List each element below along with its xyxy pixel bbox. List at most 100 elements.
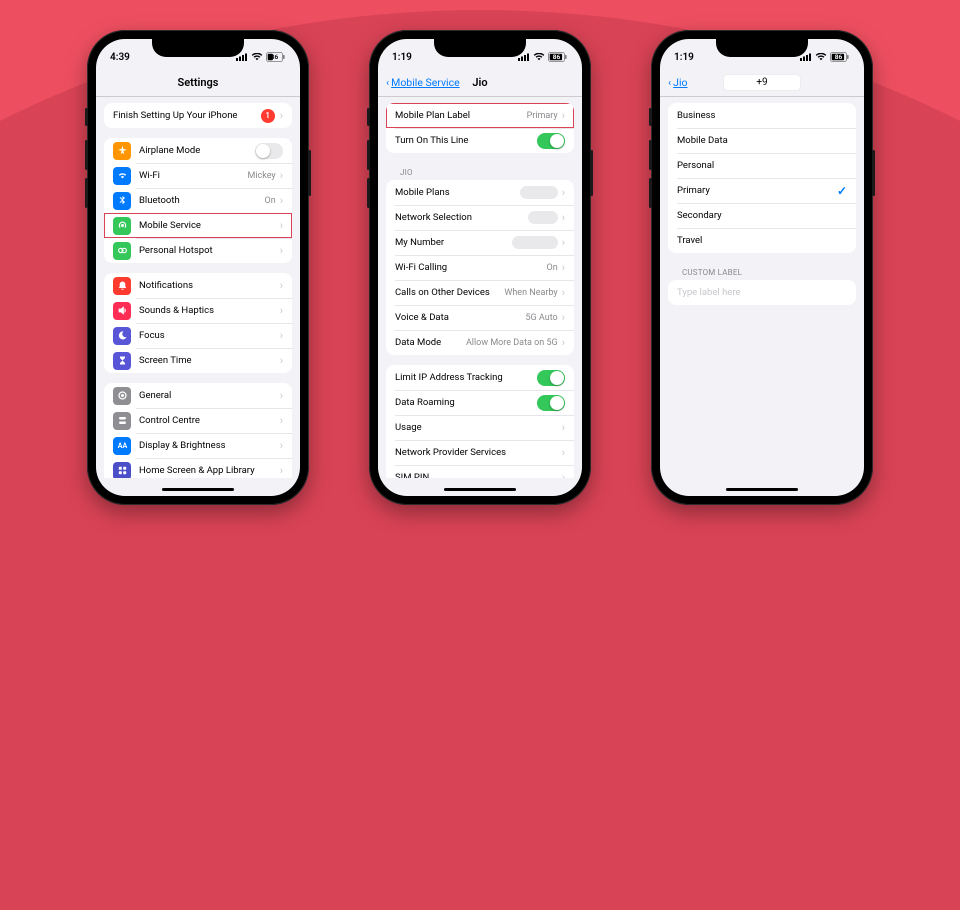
nav-bar: ‹ Mobile Service Jio — [378, 69, 582, 97]
label-text-input[interactable]: +9 — [723, 74, 801, 91]
row-calls-other-devices[interactable]: Calls on Other Devices When Nearby › — [386, 280, 574, 305]
row-finish-setup[interactable]: Finish Setting Up Your iPhone 1 › — [104, 103, 292, 128]
antenna-icon — [113, 217, 131, 235]
chevron-right-icon: › — [562, 237, 565, 248]
chevron-right-icon: › — [280, 280, 283, 291]
row-label-mobile-data[interactable]: Mobile Data — [668, 128, 856, 153]
row-general[interactable]: General › — [104, 383, 292, 408]
row-usage[interactable]: Usage › — [386, 415, 574, 440]
nav-back-label: Mobile Service — [391, 76, 460, 89]
phone-mobile-service-detail: 1:19 86 ‹ Mobile Service Jio Mobile Plan… — [369, 30, 591, 505]
moon-icon — [113, 327, 131, 345]
row-notifications[interactable]: Notifications › — [104, 273, 292, 298]
voice-data-value: 5G Auto — [525, 313, 557, 323]
status-time: 4:39 — [110, 52, 130, 63]
nav-title: Jio — [472, 76, 487, 89]
label-secondary: Secondary — [677, 210, 847, 221]
airplane-toggle[interactable] — [255, 143, 283, 159]
chevron-right-icon: › — [280, 465, 283, 476]
checkmark-icon: ✓ — [837, 184, 847, 198]
battery-icon: 36 — [266, 52, 286, 62]
row-turn-on-line[interactable]: Turn On This Line — [386, 128, 574, 153]
nav-back-button[interactable]: ‹ Mobile Service — [386, 76, 460, 89]
svg-text:36: 36 — [271, 53, 279, 61]
row-limit-ip[interactable]: Limit IP Address Tracking — [386, 365, 574, 390]
row-network-selection[interactable]: Network Selection › — [386, 205, 574, 230]
row-label-travel[interactable]: Travel — [668, 228, 856, 253]
screen-time-label: Screen Time — [139, 355, 280, 366]
row-wifi[interactable]: Wi-Fi Mickey › — [104, 163, 292, 188]
row-network-provider-services[interactable]: Network Provider Services › — [386, 440, 574, 465]
row-my-number[interactable]: My Number › — [386, 230, 574, 255]
my-number-label: My Number — [395, 237, 512, 248]
label-business: Business — [677, 110, 847, 121]
row-mobile-plans[interactable]: Mobile Plans › — [386, 180, 574, 205]
control-label: Control Centre — [139, 415, 280, 426]
phones-row: 4:39 36 Settings Finish Setting Up Your … — [0, 0, 960, 505]
row-airplane-mode[interactable]: Airplane Mode — [104, 138, 292, 163]
limit-ip-toggle[interactable] — [537, 370, 565, 386]
turn-on-toggle[interactable] — [537, 133, 565, 149]
nav-back-button[interactable]: ‹ Jio — [668, 76, 688, 89]
home-indicator[interactable] — [726, 488, 798, 491]
row-screen-time[interactable]: Screen Time › — [104, 348, 292, 373]
hotspot-label: Personal Hotspot — [139, 245, 280, 256]
row-mobile-plan-label[interactable]: Mobile Plan Label Primary › — [386, 103, 574, 128]
chevron-left-icon: ‹ — [668, 76, 671, 89]
row-data-roaming[interactable]: Data Roaming — [386, 390, 574, 415]
row-custom-label-input[interactable]: Type label here — [668, 280, 856, 305]
wifi-icon — [815, 53, 827, 61]
voice-data-label: Voice & Data — [395, 312, 525, 323]
chevron-right-icon: › — [280, 245, 283, 256]
row-label-personal[interactable]: Personal — [668, 153, 856, 178]
row-wifi-calling[interactable]: Wi-Fi Calling On › — [386, 255, 574, 280]
section-header-jio: JIO — [386, 163, 574, 180]
row-display-brightness[interactable]: AA Display & Brightness › — [104, 433, 292, 458]
data-mode-label: Data Mode — [395, 337, 466, 348]
chevron-right-icon: › — [280, 415, 283, 426]
nav-bar: ‹ Jio +9 — [660, 69, 864, 97]
row-personal-hotspot[interactable]: Personal Hotspot › — [104, 238, 292, 263]
row-label-secondary[interactable]: Secondary — [668, 203, 856, 228]
wifi-value: Mickey — [247, 171, 275, 181]
display-label: Display & Brightness — [139, 440, 280, 451]
home-indicator[interactable] — [444, 488, 516, 491]
wifi-icon — [251, 53, 263, 61]
status-indicators: 86 — [518, 52, 568, 62]
roaming-toggle[interactable] — [537, 395, 565, 411]
wifi-calling-value: On — [547, 263, 558, 273]
row-label-business[interactable]: Business — [668, 103, 856, 128]
svg-text:AA: AA — [117, 442, 127, 450]
row-focus[interactable]: Focus › — [104, 323, 292, 348]
custom-label-placeholder: Type label here — [677, 287, 741, 298]
chevron-right-icon: › — [562, 312, 565, 323]
chevron-left-icon: ‹ — [386, 76, 389, 89]
setup-label: Finish Setting Up Your iPhone — [113, 110, 261, 121]
battery-icon: 86 — [548, 52, 568, 62]
bell-icon — [113, 277, 131, 295]
row-sim-pin[interactable]: SIM PIN › — [386, 465, 574, 478]
row-home-screen[interactable]: Home Screen & App Library › — [104, 458, 292, 478]
notifications-label: Notifications — [139, 280, 280, 291]
row-control-centre[interactable]: Control Centre › — [104, 408, 292, 433]
mobile-service-label: Mobile Service — [139, 220, 280, 231]
svg-text:86: 86 — [835, 53, 843, 61]
wifi-settings-icon — [113, 167, 131, 185]
row-mobile-service[interactable]: Mobile Service › — [104, 213, 292, 238]
svg-text:86: 86 — [553, 53, 561, 61]
sim-pin-label: SIM PIN — [395, 472, 562, 478]
row-bluetooth[interactable]: Bluetooth On › — [104, 188, 292, 213]
status-time: 1:19 — [674, 52, 694, 63]
row-voice-data[interactable]: Voice & Data 5G Auto › — [386, 305, 574, 330]
home-indicator[interactable] — [162, 488, 234, 491]
setup-badge: 1 — [261, 109, 275, 123]
chevron-right-icon: › — [280, 170, 283, 181]
label-personal: Personal — [677, 160, 847, 171]
row-sounds[interactable]: Sounds & Haptics › — [104, 298, 292, 323]
sliders-icon — [113, 412, 131, 430]
chevron-right-icon: › — [562, 212, 565, 223]
row-label-primary[interactable]: Primary ✓ — [668, 178, 856, 203]
row-data-mode[interactable]: Data Mode Allow More Data on 5G › — [386, 330, 574, 355]
turn-on-label: Turn On This Line — [395, 135, 537, 146]
chevron-right-icon: › — [562, 422, 565, 433]
